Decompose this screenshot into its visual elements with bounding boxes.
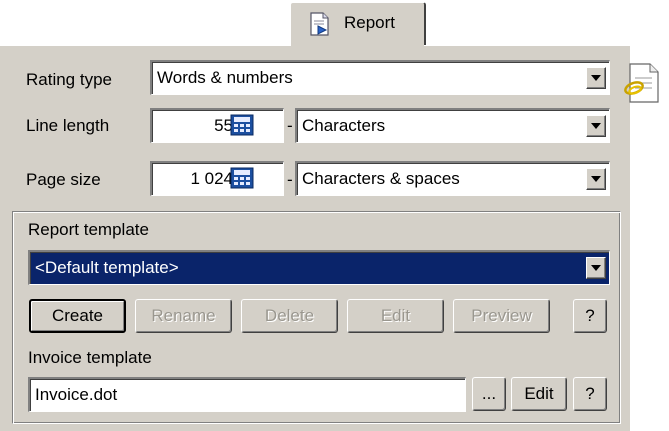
page-size-separator: - — [287, 170, 293, 189]
report-document-icon — [307, 11, 333, 37]
tab-report-label: Report — [344, 13, 396, 32]
edit-template-button[interactable]: Edit — [347, 299, 444, 333]
page-size-unit-value: Characters & spaces — [302, 169, 460, 188]
rating-type-value: Words & numbers — [157, 68, 293, 87]
preview-button[interactable]: Preview — [453, 299, 550, 333]
invoice-template-help-button[interactable]: ? — [573, 377, 607, 411]
page-size-unit-combo[interactable]: Characters & spaces — [295, 161, 610, 196]
create-button[interactable]: Create — [29, 299, 126, 333]
edit-invoice-button[interactable]: Edit — [511, 377, 567, 411]
browse-button[interactable]: ... — [472, 377, 506, 411]
line-length-separator: - — [287, 116, 293, 135]
line-length-label: Line length — [26, 116, 110, 135]
report-template-combo[interactable]: <Default template> — [28, 250, 610, 285]
chevron-down-icon — [591, 265, 601, 271]
line-length-calculator-icon[interactable] — [230, 114, 254, 136]
rating-type-dropdown-button[interactable] — [586, 67, 606, 89]
chevron-down-icon — [591, 75, 601, 81]
chevron-down-icon — [591, 176, 601, 182]
notes-paperclip-icon[interactable] — [622, 58, 662, 108]
report-template-label: Report template — [28, 220, 149, 239]
line-length-unit-combo[interactable]: Characters — [295, 108, 610, 143]
report-template-value: <Default template> — [35, 258, 179, 277]
invoice-template-value: Invoice.dot — [35, 385, 118, 404]
delete-button[interactable]: Delete — [241, 299, 338, 333]
page-size-label: Page size — [26, 170, 101, 189]
invoice-template-field[interactable]: Invoice.dot — [28, 377, 466, 412]
page-size-field[interactable]: 1 024 — [150, 161, 284, 196]
line-length-unit-dropdown-button[interactable] — [586, 115, 606, 137]
rename-button[interactable]: Rename — [135, 299, 232, 333]
rating-type-combo[interactable]: Words & numbers — [150, 60, 610, 95]
page-size-unit-dropdown-button[interactable] — [586, 168, 606, 190]
report-template-help-button[interactable]: ? — [573, 299, 607, 333]
chevron-down-icon — [591, 123, 601, 129]
page-size-calculator-icon[interactable] — [230, 167, 254, 189]
page-size-value: 1 024 — [190, 169, 233, 188]
report-template-dropdown-button[interactable] — [586, 257, 606, 279]
line-length-unit-value: Characters — [302, 116, 386, 135]
invoice-template-label: Invoice template — [28, 348, 152, 367]
tab-join — [291, 44, 424, 47]
rating-type-label: Rating type — [26, 70, 112, 89]
line-length-field[interactable]: 55 — [150, 108, 284, 143]
